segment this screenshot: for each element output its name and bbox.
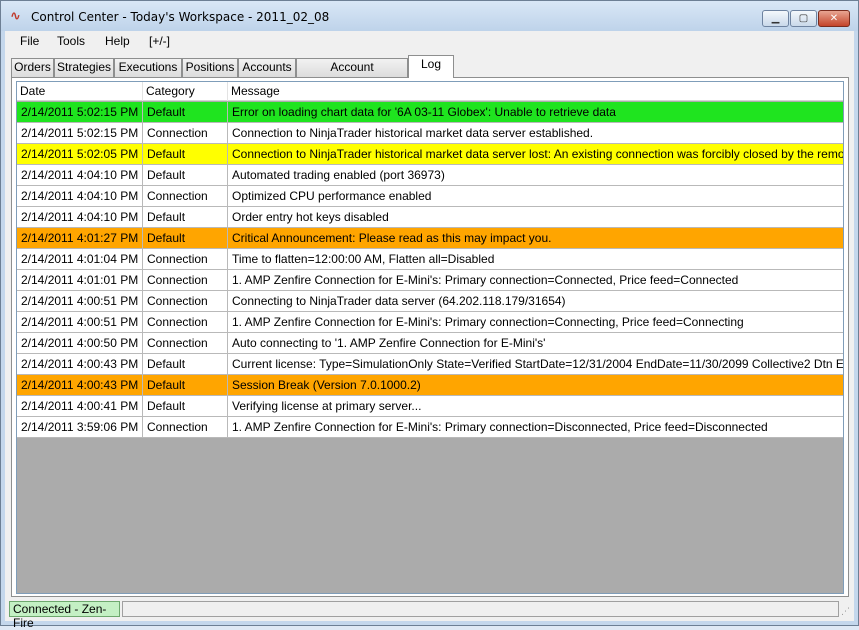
log-category-cell: Connection <box>143 417 228 437</box>
log-category-cell: Default <box>143 102 228 122</box>
log-date-cell: 2/14/2011 5:02:05 PM <box>17 144 143 164</box>
window-title: Control Center - Today's Workspace - 201… <box>31 10 330 24</box>
connection-status: Connected - Zen-Fire <box>9 601 120 630</box>
tab-positions[interactable]: Positions <box>182 58 238 77</box>
log-message-cell: Session Break (Version 7.0.1000.2) <box>232 378 421 392</box>
log-message-cell: 1. AMP Zenfire Connection for E-Mini's: … <box>232 315 744 329</box>
log-row[interactable]: 2/14/2011 4:04:10 PM Default Automated tra… <box>17 165 843 186</box>
log-date-cell: 2/14/2011 4:04:10 PM <box>17 186 143 206</box>
log-category-cell: Default <box>143 396 228 416</box>
tab-orders[interactable]: Orders <box>11 58 54 77</box>
log-message-cell: Optimized CPU performance enabled <box>232 189 432 203</box>
log-row[interactable]: 2/14/2011 4:01:04 PM Connection Time to fl… <box>17 249 843 270</box>
log-row[interactable]: 2/14/2011 4:04:10 PM Default Order entry h… <box>17 207 843 228</box>
content-area: Orders Strategies Executions Positions A… <box>5 53 854 599</box>
tab-executions[interactable]: Executions <box>114 58 182 77</box>
log-message-cell: Connecting to NinjaTrader data server (6… <box>232 294 566 308</box>
log-category-cell: Connection <box>143 312 228 332</box>
log-category-cell: Connection <box>143 270 228 290</box>
log-date-cell: 2/14/2011 4:00:51 PM <box>17 291 143 311</box>
log-date-cell: 2/14/2011 4:04:10 PM <box>17 207 143 227</box>
tab-strategies[interactable]: Strategies <box>54 58 114 77</box>
log-row[interactable]: 2/14/2011 4:01:01 PM Connection 1. AMP Zen… <box>17 270 843 291</box>
log-row[interactable]: 2/14/2011 4:00:51 PM Connection 1. AMP Zen… <box>17 312 843 333</box>
log-date-cell: 2/14/2011 4:00:43 PM <box>17 354 143 374</box>
title-bar[interactable]: ∿ Control Center - Today's Workspace - 2… <box>1 1 858 31</box>
log-category-cell: Default <box>143 228 228 248</box>
log-row[interactable]: 2/14/2011 4:00:43 PM Default Current licen… <box>17 354 843 375</box>
log-date-cell: 2/14/2011 4:01:27 PM <box>17 228 143 248</box>
log-date-cell: 2/14/2011 4:04:10 PM <box>17 165 143 185</box>
resize-grip-icon[interactable]: ⋰ <box>841 607 851 617</box>
grid-header: Date Category Message <box>17 82 843 101</box>
ninjatrader-logo-icon: ∿ <box>10 9 21 24</box>
log-date-cell: 2/14/2011 3:59:06 PM <box>17 417 143 437</box>
menu-expand-collapse[interactable]: [+/-] <box>149 34 170 48</box>
log-date-cell: 2/14/2011 4:01:01 PM <box>17 270 143 290</box>
log-row[interactable]: 2/14/2011 3:59:06 PM Connection 1. AMP Zen… <box>17 417 843 438</box>
column-header-message[interactable]: Message <box>228 82 843 101</box>
maximize-button[interactable]: ▢ <box>790 10 817 27</box>
log-message-cell: Verifying license at primary server... <box>232 399 422 413</box>
close-button[interactable]: ✕ <box>818 10 850 27</box>
log-message-cell: Auto connecting to '1. AMP Zenfire Conne… <box>232 336 546 350</box>
log-category-cell: Default <box>143 354 228 374</box>
menu-bar: File Tools Help [+/-] <box>5 31 854 53</box>
log-category-cell: Default <box>143 207 228 227</box>
log-message-cell: Time to flatten=12:00:00 AM, Flatten all… <box>232 252 495 266</box>
log-row[interactable]: 2/14/2011 5:02:15 PM Default Error on load… <box>17 102 843 123</box>
log-category-cell: Connection <box>143 123 228 143</box>
log-row[interactable]: 2/14/2011 4:00:50 PM Connection Auto conne… <box>17 333 843 354</box>
log-category-cell: Connection <box>143 333 228 353</box>
tab-log[interactable]: Log <box>408 55 454 78</box>
tab-accounts[interactable]: Accounts <box>238 58 296 77</box>
log-category-cell: Connection <box>143 249 228 269</box>
log-date-cell: 2/14/2011 4:00:51 PM <box>17 312 143 332</box>
log-category-cell: Connection <box>143 291 228 311</box>
log-category-cell: Default <box>143 144 228 164</box>
log-row[interactable]: 2/14/2011 4:01:27 PM Default Critical Anno… <box>17 228 843 249</box>
log-message-cell: 1. AMP Zenfire Connection for E-Mini's: … <box>232 273 739 287</box>
log-message-cell: Connection to NinjaTrader historical mar… <box>232 147 843 161</box>
control-center-window: ∿ Control Center - Today's Workspace - 2… <box>0 0 859 630</box>
log-message-cell: Automated trading enabled (port 36973) <box>232 168 445 182</box>
status-bar: Connected - Zen-Fire ⋰ <box>5 599 854 630</box>
log-category-cell: Connection <box>143 186 228 206</box>
menu-tools[interactable]: Tools <box>57 34 85 48</box>
log-category-cell: Default <box>143 375 228 395</box>
log-date-cell: 2/14/2011 5:02:15 PM <box>17 102 143 122</box>
menu-help[interactable]: Help <box>105 34 130 48</box>
log-row[interactable]: 2/14/2011 4:04:10 PM Connection Optimized … <box>17 186 843 207</box>
tab-account-performance[interactable]: Account Performance <box>296 58 408 91</box>
log-message-cell: Critical Announcement: Please read as th… <box>232 231 552 245</box>
log-date-cell: 2/14/2011 4:01:04 PM <box>17 249 143 269</box>
log-date-cell: 2/14/2011 4:00:50 PM <box>17 333 143 353</box>
log-message-cell: Connection to NinjaTrader historical mar… <box>232 126 594 140</box>
log-category-cell: Default <box>143 165 228 185</box>
log-row[interactable]: 2/14/2011 4:00:41 PM Default Verifying lic… <box>17 396 843 417</box>
log-date-cell: 2/14/2011 4:00:41 PM <box>17 396 143 416</box>
log-message-cell: Error on loading chart data for '6A 03-1… <box>232 105 616 119</box>
log-message-cell: Order entry hot keys disabled <box>232 210 389 224</box>
log-panel: Date Category Message 2/14/2011 5:02:15 … <box>11 77 849 597</box>
log-date-cell: 2/14/2011 5:02:15 PM <box>17 123 143 143</box>
log-row[interactable]: 2/14/2011 5:02:15 PM Connection Connection… <box>17 123 843 144</box>
column-header-date[interactable]: Date <box>17 82 143 101</box>
log-row[interactable]: 2/14/2011 4:00:51 PM Connection Connecting… <box>17 291 843 312</box>
log-date-cell: 2/14/2011 4:00:43 PM <box>17 375 143 395</box>
minimize-button[interactable]: ▁ <box>762 10 789 27</box>
log-row[interactable]: 2/14/2011 5:02:05 PM Default Connection to… <box>17 144 843 165</box>
log-row[interactable]: 2/14/2011 4:00:43 PM Default Session Break… <box>17 375 843 396</box>
status-panel <box>122 601 839 617</box>
log-message-cell: 1. AMP Zenfire Connection for E-Mini's: … <box>232 420 768 434</box>
menu-file[interactable]: File <box>20 34 39 48</box>
log-message-cell: Current license: Type=SimulationOnly Sta… <box>232 357 843 371</box>
column-header-category[interactable]: Category <box>143 82 228 101</box>
log-grid: Date Category Message 2/14/2011 5:02:15 … <box>16 81 844 594</box>
